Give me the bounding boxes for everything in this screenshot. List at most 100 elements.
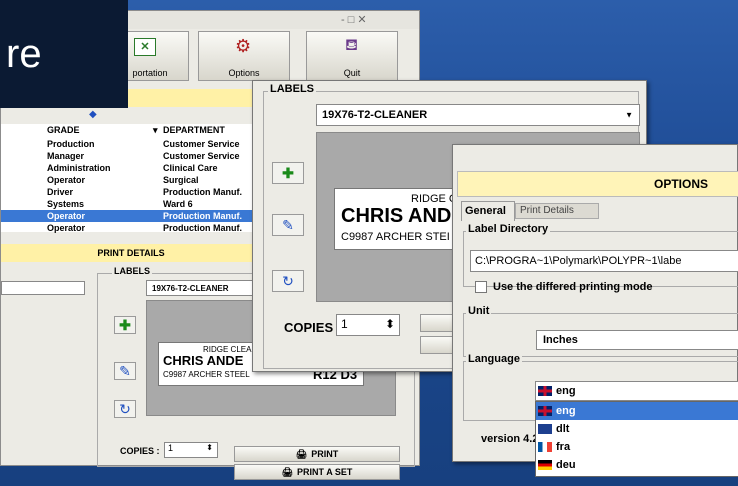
department-cell: Ward 6 xyxy=(163,199,193,209)
front-combo-value: 19X76-T2-CLEANER xyxy=(322,109,428,121)
back-label-line2: CHRIS ANDE xyxy=(163,353,244,368)
quit-button[interactable]: ⛾ Quit xyxy=(306,31,398,81)
grade-cell: Production xyxy=(47,139,95,149)
department-cell: Production Manuf. xyxy=(163,211,242,221)
window-controls[interactable]: - □ ✕ xyxy=(341,13,367,26)
deu-flag-icon xyxy=(538,460,552,470)
back-copies-spinner[interactable]: 1 ⬍ xyxy=(164,442,218,458)
back-label-line3: C9987 ARCHER STEEL xyxy=(163,370,250,379)
unit-value: Inches xyxy=(543,334,578,346)
front-label-template-select[interactable]: 19X76-T2-CLEANER ▼ xyxy=(316,104,640,126)
grade-cell: Operator xyxy=(47,175,86,185)
front-labels-group-label: LABELS xyxy=(268,83,316,95)
language-option-label: fra xyxy=(556,441,571,453)
version-label: version 4.2 xyxy=(481,433,539,445)
grade-cell: Manager xyxy=(47,151,85,161)
quit-label: Quit xyxy=(343,68,361,78)
grid-header: GRADE ▾ DEPARTMENT xyxy=(1,124,261,137)
options-button[interactable]: ⚙ Options xyxy=(198,31,290,81)
grade-column-header[interactable]: GRADE xyxy=(47,125,80,135)
department-column-header[interactable]: DEPARTMENT xyxy=(163,125,225,135)
options-label: Options xyxy=(228,68,260,78)
back-labels-group-label: LABELS xyxy=(112,266,152,276)
back-label-template-select[interactable]: 19X76-T2-CLEANER xyxy=(146,280,260,296)
table-row[interactable]: Systems Ward 6 xyxy=(1,198,261,210)
table-row[interactable]: Operator Production Manuf. xyxy=(1,222,261,234)
front-refresh-button[interactable]: ↻ xyxy=(272,270,304,292)
back-copies-label: COPIES : xyxy=(120,446,160,456)
label-directory-group-label: Label Directory xyxy=(466,223,551,235)
tab-print-details-label: Print Details xyxy=(520,205,574,216)
table-row[interactable]: Administration Clinical Care xyxy=(1,162,261,174)
eng-flag-icon xyxy=(538,406,552,416)
language-option[interactable]: fra xyxy=(536,438,738,456)
tab-print-details[interactable]: Print Details xyxy=(515,203,599,219)
differed-printing-checkbox[interactable] xyxy=(475,281,487,293)
print-a-set-label: PRINT A SET xyxy=(297,467,353,477)
table-row[interactable]: Operator Surgical xyxy=(1,174,261,186)
table-row[interactable]: Driver Production Manuf. xyxy=(1,186,261,198)
left-input-field[interactable] xyxy=(1,281,85,295)
department-cell: Production Manuf. xyxy=(163,187,242,197)
language-option[interactable]: eng xyxy=(536,402,738,420)
print-set-icon: 🖨 xyxy=(281,466,294,477)
department-cell: Surgical xyxy=(163,175,199,185)
front-copies-value: 1 xyxy=(341,317,348,331)
back-combo-value: 19X76-T2-CLEANER xyxy=(152,283,229,293)
diamond-icon: ◆ xyxy=(89,109,97,120)
quit-icon: ⛾ xyxy=(345,37,359,54)
options-title-bar: OPTIONS xyxy=(457,171,738,197)
tab-general[interactable]: General xyxy=(461,201,515,221)
language-option-label: dlt xyxy=(556,423,570,435)
label-directory-field[interactable]: C:\PROGRA~1\Polymark\POLYPR~1\labe xyxy=(470,250,738,272)
grade-cell: Operator xyxy=(47,223,86,233)
language-option[interactable]: dlt xyxy=(536,420,738,438)
spin-arrows-icon[interactable]: ⬍ xyxy=(206,443,213,452)
options-dialog: OPTIONS General Print Details Label Dire… xyxy=(452,144,738,477)
front-label-line3: C9987 ARCHER STEI xyxy=(341,231,450,243)
uk-flag-icon xyxy=(538,386,552,396)
caption-text: re xyxy=(6,31,42,76)
language-option[interactable]: deu xyxy=(536,456,738,474)
table-row[interactable]: Production Customer Service xyxy=(1,138,261,150)
fra-flag-icon xyxy=(538,442,552,452)
back-edit-button[interactable]: ✎ xyxy=(114,362,136,380)
print-details-bar: PRINT DETAILS xyxy=(1,244,261,262)
department-cell: Customer Service xyxy=(163,151,240,161)
language-value: eng xyxy=(556,385,576,397)
table-row[interactable]: Operator Production Manuf. xyxy=(1,210,261,222)
options-title: OPTIONS xyxy=(654,177,709,191)
front-edit-button[interactable]: ✎ xyxy=(272,214,304,236)
unit-group: Unit Inches xyxy=(463,305,738,357)
back-copies-value: 1 xyxy=(168,443,174,453)
department-cell: Production Manuf. xyxy=(163,223,242,233)
table-row[interactable]: Manager Customer Service xyxy=(1,150,261,162)
language-select[interactable]: eng xyxy=(535,381,738,401)
grade-cell: Systems xyxy=(47,199,85,209)
department-cell: Clinical Care xyxy=(163,163,218,173)
front-copies-spinner[interactable]: 1 ⬍ xyxy=(336,314,400,336)
back-add-button[interactable]: ✚ xyxy=(114,316,136,334)
department-cell: Customer Service xyxy=(163,139,240,149)
spin-arrows-icon[interactable]: ⬍ xyxy=(385,317,395,331)
print-button-label: PRINT xyxy=(311,449,339,459)
grade-cell: Administration xyxy=(47,163,111,173)
label-directory-group: Label Directory C:\PROGRA~1\Polymark\POL… xyxy=(463,223,738,287)
language-selected-value: eng xyxy=(536,382,738,400)
sort-arrow-icon[interactable]: ▾ xyxy=(153,125,158,136)
back-refresh-button[interactable]: ↻ xyxy=(114,400,136,418)
unit-group-label: Unit xyxy=(466,305,492,317)
front-add-button[interactable]: ✚ xyxy=(272,162,304,184)
excel-icon: ✕ xyxy=(134,38,156,56)
employee-grid[interactable]: GRADE ▾ DEPARTMENT Production Customer Se… xyxy=(1,124,261,234)
dropdown-arrow-icon[interactable]: ▼ xyxy=(625,111,633,120)
grid-body: Production Customer Service Manager Custome… xyxy=(1,138,261,234)
language-option-label: deu xyxy=(556,459,576,471)
print-details-title: PRINT DETAILS xyxy=(97,248,165,258)
language-dropdown-list[interactable]: eng dlt fra deu xyxy=(535,401,738,477)
print-button[interactable]: 🖨 PRINT xyxy=(234,446,400,462)
grade-cell: Driver xyxy=(47,187,74,197)
print-a-set-button[interactable]: 🖨 PRINT A SET xyxy=(234,464,400,480)
front-copies-label: COPIES : xyxy=(284,320,342,335)
unit-select[interactable]: Inches xyxy=(536,330,738,350)
